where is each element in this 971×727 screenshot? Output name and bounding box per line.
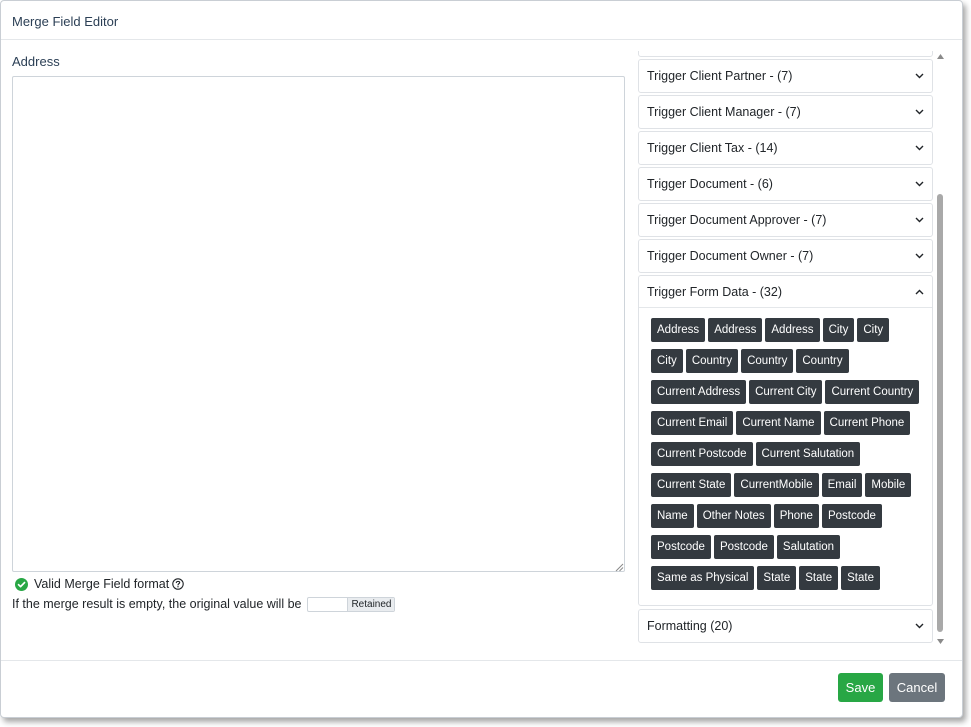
merge-field-tag[interactable]: Postcode: [821, 504, 882, 528]
merge-field-tag[interactable]: Country: [685, 349, 739, 373]
merge-field-tag[interactable]: State: [841, 566, 880, 590]
empty-result-message: If the merge result is empty, the origin…: [12, 597, 302, 611]
field-label: Address: [12, 54, 60, 69]
empty-result-select[interactable]: Retained: [307, 596, 396, 612]
merge-field-tag[interactable]: City: [822, 318, 855, 342]
accordion-trigger-document-owner[interactable]: Trigger Document Owner - (7): [638, 239, 933, 273]
merge-field-tag[interactable]: Country: [796, 349, 849, 373]
accordion-title: Trigger Form Data - (32): [647, 284, 782, 299]
accordion-header[interactable]: Trigger Document Approver - (7): [639, 204, 932, 236]
accordion-trigger-document-approver[interactable]: Trigger Document Approver - (7): [638, 203, 933, 237]
accordion-title: Trigger Document Owner - (7): [647, 249, 814, 263]
merge-field-tag[interactable]: Current Salutation: [755, 442, 861, 466]
scroll-down-arrow-icon[interactable]: [937, 639, 944, 644]
fields-panel[interactable]: Trigger Client Partner - (7) Trigger Cli…: [638, 51, 934, 643]
merge-field-tag[interactable]: Address: [708, 318, 763, 342]
accordion-formatting[interactable]: Formatting (20): [638, 609, 933, 643]
merge-field-tag[interactable]: Postcode: [713, 535, 774, 559]
cancel-button[interactable]: Cancel: [889, 673, 945, 702]
merge-field-editor-dialog: Merge Field Editor Address Valid Merge F…: [0, 0, 963, 718]
merge-field-tag[interactable]: Address: [651, 318, 706, 342]
accordion-trigger-client-manager[interactable]: Trigger Client Manager - (7): [638, 95, 933, 129]
merge-field-tag[interactable]: Current Postcode: [651, 442, 753, 466]
scroll-up-arrow-icon[interactable]: [937, 54, 944, 59]
merge-field-tag[interactable]: Address: [765, 318, 820, 342]
empty-result-value: Retained: [347, 597, 395, 611]
merge-field-tag[interactable]: Current Address: [651, 380, 747, 404]
merge-field-tag[interactable]: City: [651, 349, 683, 373]
chevron-down-icon: [915, 217, 924, 223]
merge-field-tag[interactable]: Same as Physical: [651, 566, 755, 590]
merge-field-tag[interactable]: Current Country: [825, 380, 920, 404]
accordion-header[interactable]: Trigger Document - (6): [639, 168, 932, 200]
merge-field-tag[interactable]: City: [857, 318, 890, 342]
accordion-title: Trigger Client Manager - (7): [647, 105, 801, 119]
merge-field-tag[interactable]: Salutation: [776, 535, 841, 559]
accordion-header[interactable]: Trigger Document Owner - (7): [639, 240, 932, 272]
chevron-down-icon: [915, 181, 924, 187]
merge-field-tag[interactable]: State: [757, 566, 797, 590]
accordion-header[interactable]: Trigger Client Tax - (14): [639, 132, 932, 164]
accordion-title: Formatting (20): [647, 619, 733, 633]
validation-message: Valid Merge Field format: [34, 577, 170, 591]
merge-field-tag[interactable]: Country: [741, 349, 794, 373]
accordion-title: Trigger Client Tax - (14): [647, 141, 778, 155]
accordion-trigger-form-data[interactable]: Trigger Form Data - (32) Address Address…: [638, 275, 933, 606]
merge-field-tag[interactable]: Current Email: [651, 411, 734, 435]
accordion-trigger-client-partner[interactable]: Trigger Client Partner - (7): [638, 59, 933, 93]
question-circle-icon[interactable]: [172, 578, 184, 590]
accordion-title: Trigger Document - (6): [647, 177, 773, 191]
validation-status: Valid Merge Field format: [15, 576, 184, 592]
merge-field-tag[interactable]: Current State: [651, 473, 732, 497]
accordion-title: Trigger Document Approver - (7): [647, 213, 827, 227]
merge-field-textarea[interactable]: [12, 76, 625, 572]
merge-field-tag[interactable]: Current City: [749, 380, 823, 404]
merge-field-tag[interactable]: CurrentMobile: [734, 473, 819, 497]
empty-result-row: If the merge result is empty, the origin…: [12, 596, 396, 612]
chevron-up-icon: [915, 289, 924, 294]
merge-field-tag[interactable]: State: [799, 566, 839, 590]
chevron-down-icon: [915, 623, 924, 629]
accordion-header[interactable]: Trigger Client Manager - (7): [639, 96, 932, 128]
accordion-header[interactable]: Trigger Client Partner - (7): [639, 60, 932, 92]
accordion-header[interactable]: Trigger Form Data - (32): [639, 276, 932, 308]
chevron-down-icon: [915, 253, 924, 259]
fields-panel-scrollbar[interactable]: [935, 51, 946, 647]
chevron-down-icon: [915, 73, 924, 79]
resize-grip-icon[interactable]: [615, 563, 624, 572]
accordion-trigger-document[interactable]: Trigger Document - (6): [638, 167, 933, 201]
merge-field-tags: Address Address Address City City City C…: [651, 318, 921, 590]
merge-field-tag[interactable]: Postcode: [651, 535, 711, 559]
accordion-title: Trigger Client Partner - (7): [647, 69, 793, 83]
accordion-section-partial: [638, 51, 933, 57]
accordion-trigger-client-tax[interactable]: Trigger Client Tax - (14): [638, 131, 933, 165]
merge-field-tag[interactable]: Current Phone: [823, 411, 911, 435]
merge-field-tag[interactable]: Email: [821, 473, 863, 497]
dialog-title: Merge Field Editor: [12, 14, 119, 29]
merge-field-tag[interactable]: Current Name: [736, 411, 821, 435]
merge-field-tag[interactable]: Mobile: [865, 473, 912, 497]
merge-field-tag[interactable]: Name: [651, 504, 694, 528]
check-circle-icon: [15, 577, 28, 591]
dialog-header: Merge Field Editor: [1, 1, 962, 40]
accordion-header[interactable]: Formatting (20): [639, 610, 932, 642]
chevron-down-icon: [915, 109, 924, 115]
save-button[interactable]: Save: [838, 673, 883, 702]
merge-field-tag[interactable]: Other Notes: [696, 504, 771, 528]
chevron-down-icon: [915, 145, 924, 151]
merge-field-tag[interactable]: Phone: [773, 504, 819, 528]
dialog-footer: Save Cancel: [1, 660, 962, 717]
scrollbar-thumb[interactable]: [937, 194, 943, 632]
